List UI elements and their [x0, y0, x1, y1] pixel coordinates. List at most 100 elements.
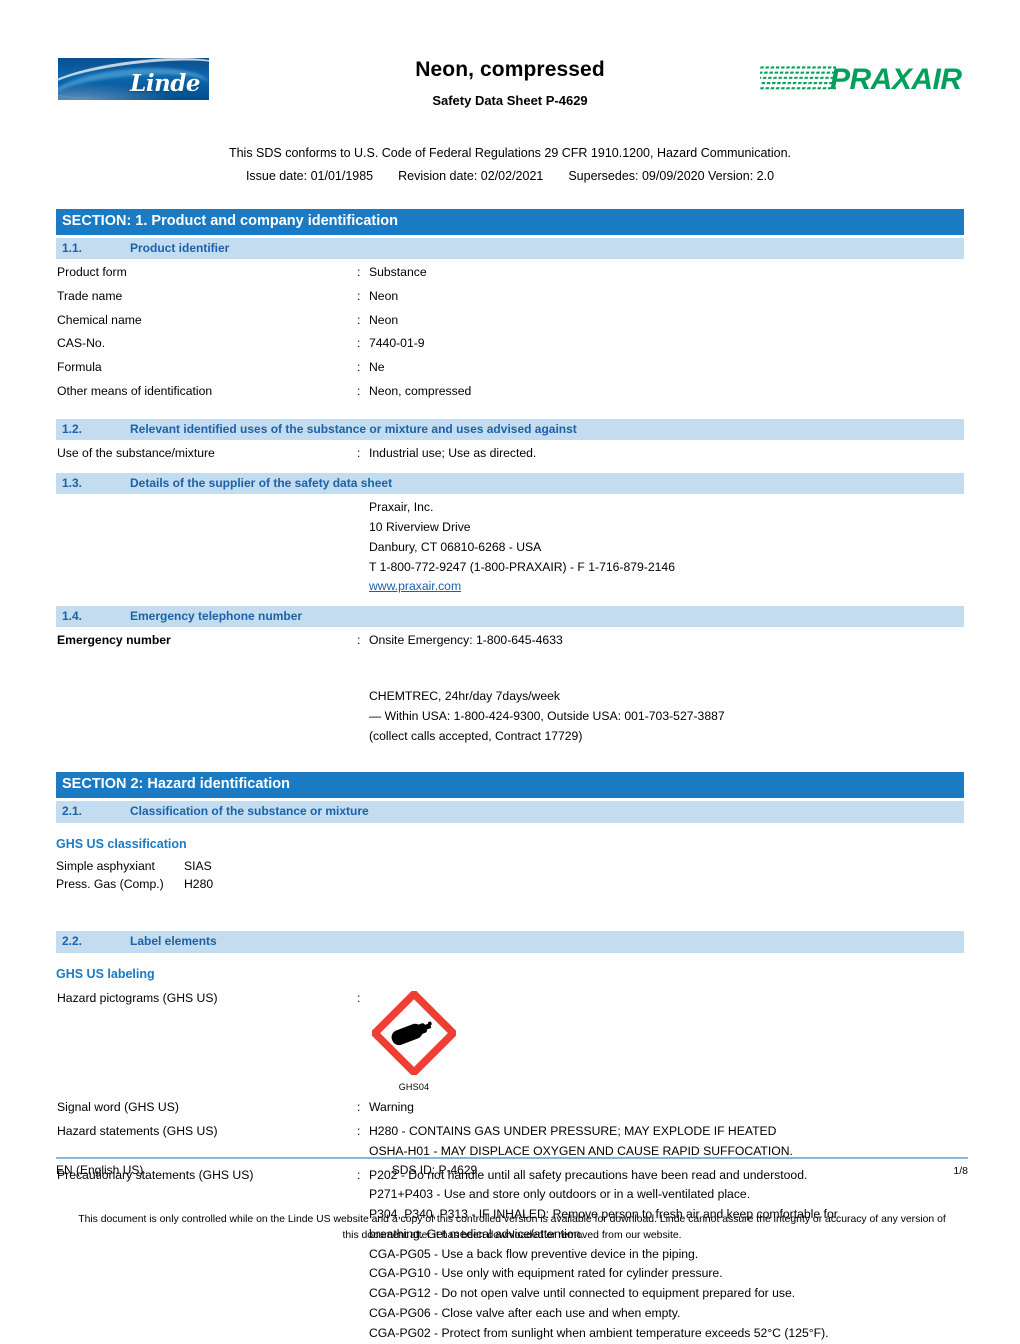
- row-value: 7440-01-9: [369, 336, 425, 351]
- footer-page-number: 1/8: [953, 1165, 968, 1177]
- subsection-2-1-heading: 2.1. Classification of the substance or …: [56, 801, 964, 823]
- ghs-classification-table: Simple asphyxiant SIAS Press. Gas (Comp.…: [56, 855, 964, 895]
- subsection-2-2-heading: 2.2. Label elements: [56, 931, 964, 953]
- table-row: Other means of identification : Neon, co…: [56, 378, 964, 402]
- row-label: Product form: [57, 265, 127, 280]
- precautionary-statements-row: Precautionary statements (GHS US) : P202…: [56, 1162, 964, 1344]
- linde-logo-text: Linde: [130, 70, 200, 97]
- row-colon: :: [357, 336, 361, 351]
- subsection-1-3-title: Details of the supplier of the safety da…: [130, 475, 393, 490]
- ghs-us-labeling-heading: GHS US labeling: [56, 966, 155, 981]
- signal-word-value: Warning: [369, 1100, 414, 1115]
- praxair-logo-text: PRAXAIR: [830, 63, 962, 96]
- subsection-2-2-number: 2.2.: [62, 934, 83, 949]
- row-value: Neon: [369, 288, 399, 303]
- precautionary-statement-line: CGA-PG10 - Use only with equipment rated…: [369, 1266, 723, 1281]
- subsection-1-2-title: Relevant identified uses of the substanc…: [130, 421, 577, 436]
- classification-name: Simple asphyxiant: [56, 858, 155, 873]
- table-row: CAS-No. : 7440-01-9: [56, 330, 964, 354]
- row-label: Chemical name: [57, 312, 142, 327]
- row-colon: :: [357, 1100, 361, 1115]
- signal-word-row: Signal word (GHS US) : Warning: [56, 1094, 964, 1118]
- row-colon: :: [357, 633, 361, 648]
- ghs-us-classification-heading: GHS US classification: [56, 836, 187, 851]
- row-colon: :: [357, 360, 361, 375]
- row-colon: :: [357, 990, 361, 1005]
- row-label: CAS-No.: [57, 336, 106, 351]
- footer-divider: [56, 1157, 968, 1159]
- hazard-statements-row: Hazard statements (GHS US) : H280 - CONT…: [56, 1118, 964, 1162]
- row-label: Use of the substance/mixture: [57, 446, 215, 461]
- hazard-pictograms-row: Hazard pictograms (GHS US) : GHS04: [56, 985, 964, 1095]
- chemtrec-numbers: — Within USA: 1-800-424-9300, Outside US…: [369, 708, 725, 723]
- chemtrec-contract: (collect calls accepted, Contract 17729): [369, 728, 583, 743]
- subsection-1-1-title: Product identifier: [130, 240, 230, 255]
- row-value: Neon, compressed: [369, 383, 472, 398]
- subsection-1-4-number: 1.4.: [62, 609, 83, 624]
- subsection-1-4-heading: 1.4. Emergency telephone number: [56, 606, 964, 628]
- precautionary-statement-line: P271+P403 - Use and store only outdoors …: [369, 1187, 751, 1202]
- emergency-contacts-block: Onsite Emergency: 1-800-645-4633 CHEMTRE…: [369, 631, 964, 746]
- row-colon: :: [357, 288, 361, 303]
- row-colon: :: [357, 446, 361, 461]
- hazard-statements-block: H280 - CONTAINS GAS UNDER PRESSURE; MAY …: [369, 1122, 964, 1162]
- subsection-1-4-title: Emergency telephone number: [130, 609, 303, 624]
- subsection-2-2-title: Label elements: [130, 934, 217, 949]
- precautionary-statement-line: CGA-PG05 - Use a back flow preventive de…: [369, 1246, 699, 1261]
- linde-logo: Linde: [58, 58, 209, 100]
- footer-sds-id: SDS ID: P-4629: [391, 1163, 478, 1177]
- classification-code: SIAS: [184, 858, 212, 873]
- row-value: Industrial use; Use as directed.: [369, 446, 537, 461]
- emergency-number-row: Emergency number : Onsite Emergency: 1-8…: [56, 627, 964, 746]
- row-label: Signal word (GHS US): [57, 1100, 179, 1115]
- row-label: Hazard statements (GHS US): [57, 1124, 218, 1139]
- row-colon: :: [357, 1124, 361, 1139]
- subsection-1-3-number: 1.3.: [62, 475, 83, 490]
- table-row: Simple asphyxiant SIAS: [56, 857, 964, 876]
- supplier-phone-fax: T 1-800-772-9247 (1-800-PRAXAIR) - F 1-7…: [369, 559, 675, 574]
- precautionary-statement-line: CGA-PG02 - Protect from sunlight when am…: [369, 1325, 829, 1340]
- section-2-heading: SECTION 2: Hazard identification: [56, 772, 964, 799]
- row-label: Emergency number: [57, 633, 171, 648]
- section-1-heading: SECTION: 1. Product and company identifi…: [56, 209, 964, 235]
- subsection-1-2-number: 1.2.: [62, 421, 83, 436]
- chemtrec-hours: CHEMTREC, 24hr/day 7days/week: [369, 689, 561, 704]
- subsection-2-1-number: 2.1.: [62, 804, 83, 819]
- onsite-emergency-number: Onsite Emergency: 1-800-645-4633: [369, 633, 563, 648]
- product-identifier-table: Product form : Substance Trade name : Ne…: [56, 259, 964, 402]
- subsection-1-1-number: 1.1.: [62, 240, 83, 255]
- subsection-1-1-heading: 1.1. Product identifier: [56, 237, 964, 260]
- footer-language: EN (English US): [56, 1163, 144, 1177]
- revision-date: Revision date: 02/02/2021: [398, 169, 544, 183]
- table-row: Formula : Ne: [56, 354, 964, 378]
- row-value: Ne: [369, 360, 385, 375]
- row-colon: :: [357, 383, 361, 398]
- table-row: Press. Gas (Comp.) H280: [56, 875, 964, 894]
- supplier-address-block: Praxair, Inc. 10 Riverview Drive Danbury…: [369, 498, 964, 597]
- disclaimer-line-1: This document is only controlled while o…: [78, 1214, 823, 1225]
- precautionary-statements-block: P202 - Do not handle until all safety pr…: [369, 1166, 964, 1344]
- document-dates: Issue date: 01/01/1985 Revision date: 02…: [0, 169, 1020, 183]
- row-label: Trade name: [57, 288, 123, 303]
- hazard-statement-line: H280 - CONTAINS GAS UNDER PRESSURE; MAY …: [369, 1124, 777, 1139]
- supplier-website-link[interactable]: www.praxair.com: [369, 579, 461, 593]
- row-label: Hazard pictograms (GHS US): [57, 990, 218, 1005]
- praxair-swoosh-dots: [760, 64, 836, 91]
- row-colon: :: [357, 312, 361, 327]
- sds-document-page: Linde Neon, compressed Safety Data Sheet…: [0, 0, 1020, 1340]
- table-row: Chemical name : Neon: [56, 307, 964, 331]
- supplier-street: 10 Riverview Drive: [369, 519, 471, 534]
- gas-cylinder-icon: [372, 990, 456, 1075]
- classification-code: H280: [184, 877, 214, 892]
- footer-disclaimer: This document is only controlled while o…: [70, 1212, 954, 1243]
- row-value: Substance: [369, 265, 427, 280]
- page-footer: EN (English US) SDS ID: P-4629 1/8: [56, 1163, 968, 1177]
- ghs04-pictogram: GHS04: [369, 990, 459, 1095]
- row-label: Other means of identification: [57, 383, 213, 398]
- subsection-1-2-heading: 1.2. Relevant identified uses of the sub…: [56, 418, 964, 441]
- use-of-substance-row: Use of the substance/mixture : Industria…: [56, 440, 964, 464]
- document-header: Linde Neon, compressed Safety Data Sheet…: [0, 0, 1020, 120]
- supplier-company: Praxair, Inc.: [369, 500, 434, 515]
- row-label: Formula: [57, 360, 102, 375]
- supplier-details-row: Praxair, Inc. 10 Riverview Drive Danbury…: [56, 494, 964, 597]
